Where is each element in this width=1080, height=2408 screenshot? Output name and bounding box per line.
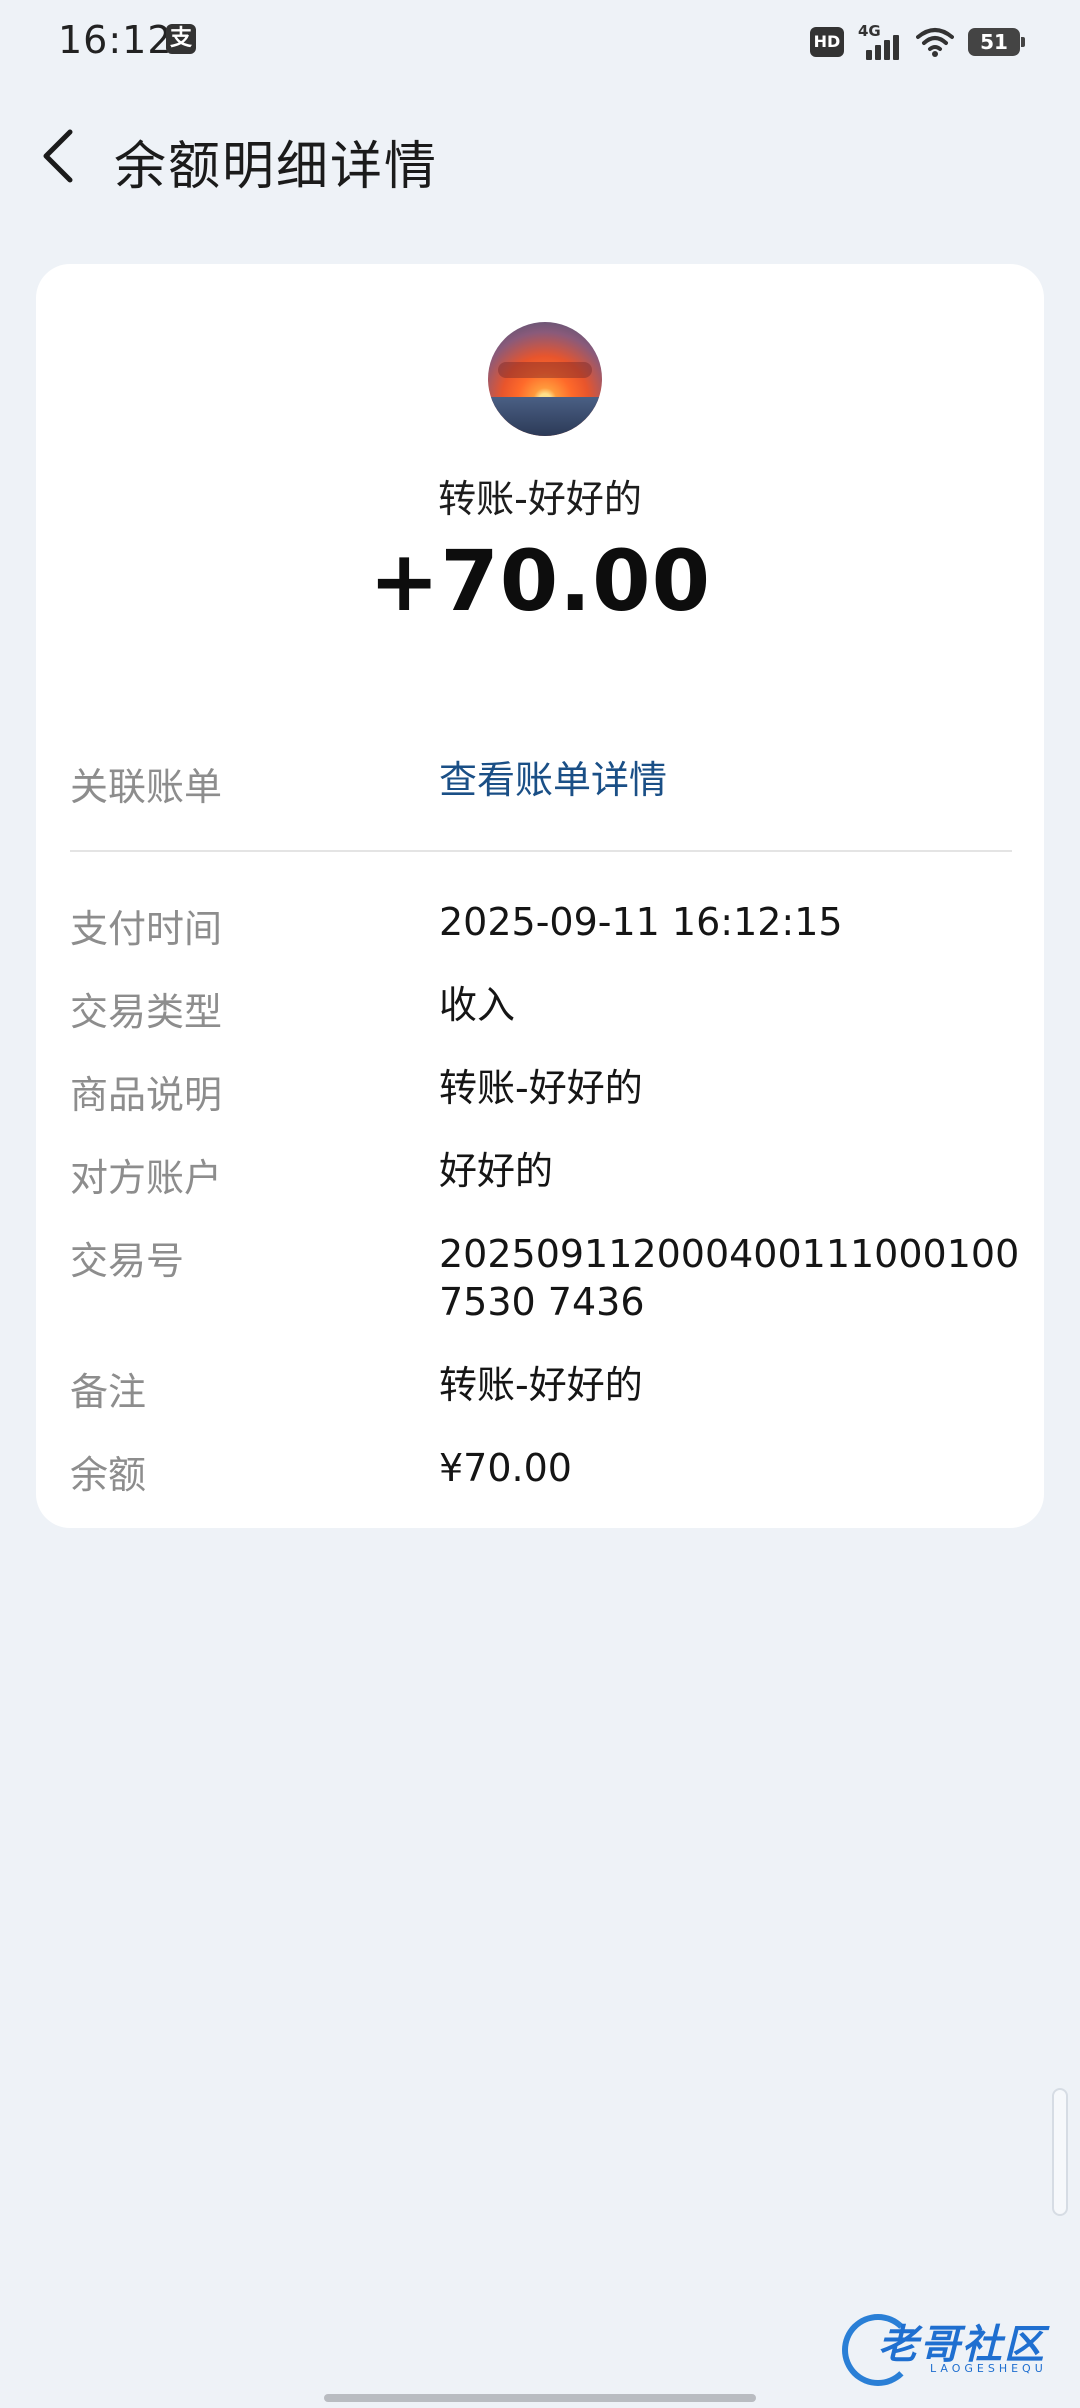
detail-value[interactable]: 2025091120004001110001007530 7436 bbox=[439, 1230, 1039, 1326]
watermark-subtext: LAOGESHEQU bbox=[930, 2362, 1047, 2375]
detail-value: 转账-好好的 bbox=[439, 1066, 643, 1110]
hd-voice-icon: HD bbox=[810, 27, 844, 57]
linked-bill-label: 关联账单 bbox=[70, 765, 223, 809]
page-title: 余额明细详情 bbox=[114, 137, 439, 197]
chevron-left-icon[interactable] bbox=[34, 126, 84, 186]
detail-label: 备注 bbox=[70, 1370, 147, 1414]
detail-label: 商品说明 bbox=[70, 1073, 223, 1117]
wifi-icon bbox=[916, 27, 954, 57]
detail-label: 余额 bbox=[70, 1453, 147, 1497]
detail-label: 交易类型 bbox=[70, 990, 223, 1034]
detail-label: 对方账户 bbox=[70, 1156, 223, 1200]
status-time: 16:12 bbox=[58, 18, 173, 62]
detail-value: 2025-09-11 16:12:15 bbox=[439, 900, 843, 944]
cellular-signal-icon: 4G bbox=[858, 22, 902, 60]
divider bbox=[70, 850, 1012, 852]
detail-value: ¥70.00 bbox=[439, 1446, 572, 1490]
status-icons: HD 4G 51 bbox=[810, 22, 1025, 62]
detail-label: 交易号 bbox=[70, 1239, 185, 1283]
detail-label: 支付时间 bbox=[70, 907, 223, 951]
battery-icon: 51 bbox=[968, 28, 1025, 56]
transaction-title: 转账-好好的 bbox=[438, 477, 642, 521]
transaction-card: 转账-好好的 +70.00 关联账单 查看账单详情 支付时间 2025-09-1… bbox=[36, 264, 1044, 1528]
scroll-indicator[interactable] bbox=[1052, 2088, 1068, 2216]
counterparty-avatar bbox=[488, 322, 602, 436]
detail-value: 好好的 bbox=[439, 1149, 554, 1193]
detail-value: 收入 bbox=[439, 983, 516, 1027]
balance-detail-screen: 16:12 支 HD 4G 51 余额明细详情 转账-好好的 +70.00 关联… bbox=[0, 0, 1080, 2408]
alipay-notification-icon: 支 bbox=[166, 24, 196, 54]
watermark-logo: 老哥社区 LAOGESHEQU bbox=[842, 2308, 1068, 2386]
status-bar: 16:12 支 HD 4G 51 bbox=[0, 0, 1080, 80]
view-bill-link[interactable]: 查看账单详情 bbox=[439, 756, 1039, 804]
home-indicator[interactable] bbox=[324, 2394, 756, 2402]
detail-value: 转账-好好的 bbox=[439, 1363, 643, 1407]
page-header: 余额明细详情 bbox=[0, 110, 1080, 200]
transaction-amount: +70.00 bbox=[368, 532, 712, 630]
